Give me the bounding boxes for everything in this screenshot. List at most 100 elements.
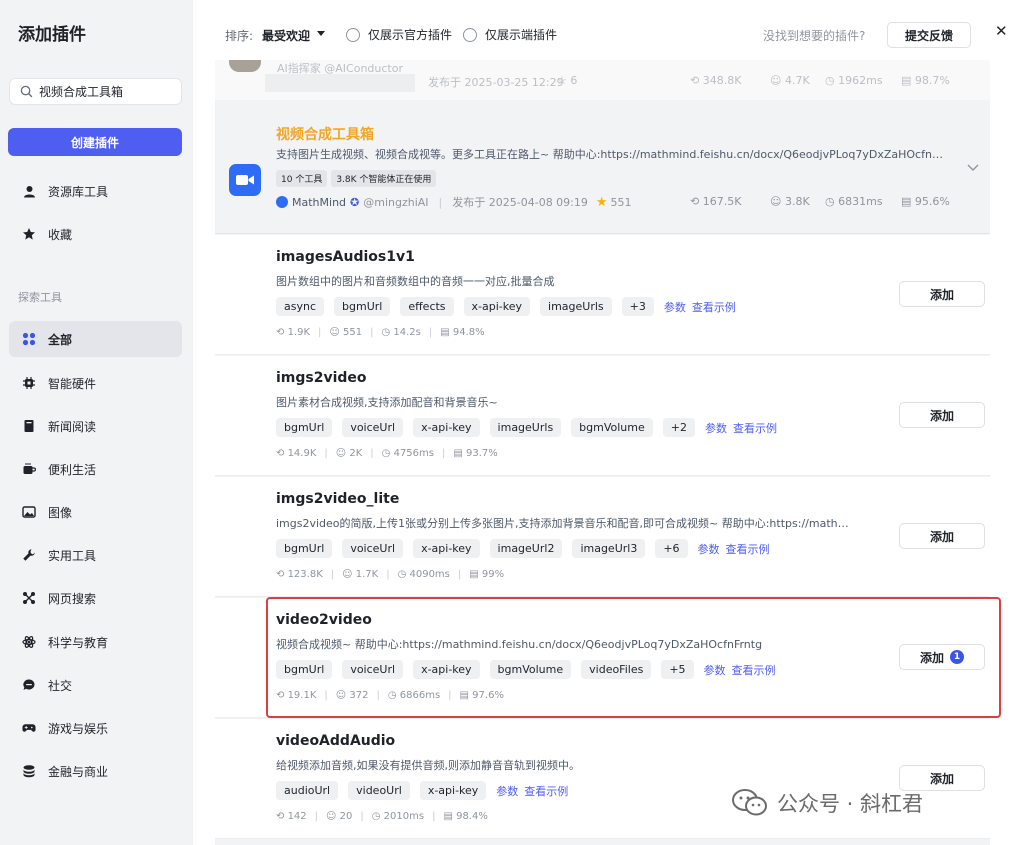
params-link[interactable]: 参数 bbox=[496, 783, 518, 799]
add-tool-button[interactable]: 添加 bbox=[899, 402, 985, 428]
sidebar-item-games[interactable]: 游戏与娱乐 bbox=[9, 710, 182, 746]
param-tag: x-api-key bbox=[413, 660, 480, 679]
sidebar-item-web-search[interactable]: 网页搜索 bbox=[9, 580, 182, 616]
stat-separator: | bbox=[330, 569, 335, 580]
tool-description: 图片素材合成视频,支持添加配音和背景音乐~ bbox=[276, 396, 498, 409]
examples-link[interactable]: 查看示例 bbox=[692, 299, 736, 315]
add-label: 添加 bbox=[929, 408, 954, 423]
sidebar-item-label: 社交 bbox=[48, 678, 73, 693]
tool-row-highlighted: video2video 视频合成视频~ 帮助中心:https://mathmin… bbox=[215, 598, 990, 718]
tool-name: imgs2video bbox=[276, 370, 367, 386]
stat-value: 167.5K bbox=[702, 195, 742, 208]
stat-value: 97.6% bbox=[472, 690, 504, 701]
tool-name: video2video bbox=[276, 612, 372, 628]
stat-value: 99% bbox=[481, 569, 505, 580]
examples-link[interactable]: 查看示例 bbox=[733, 420, 777, 436]
wechat-icon bbox=[732, 789, 767, 816]
chevron-down-icon[interactable] bbox=[967, 164, 979, 172]
stat-success: ▤ 98.7% bbox=[901, 74, 950, 87]
stat-value: 142 bbox=[287, 811, 307, 822]
sidebar-section-label: 探索工具 bbox=[18, 291, 62, 304]
stat-value: 4090ms bbox=[409, 569, 450, 580]
stat-value: 2K bbox=[349, 448, 363, 459]
radio-label: 仅展示端插件 bbox=[485, 28, 558, 42]
tool-name: videoAddAudio bbox=[276, 733, 396, 749]
sidebar-item-hardware[interactable]: 智能硬件 bbox=[9, 365, 182, 401]
usage-count-badge: 3.8K 个智能体正在使用 bbox=[331, 170, 437, 187]
sidebar-item-favorites[interactable]: 收藏 bbox=[9, 216, 182, 252]
examples-link[interactable]: 查看示例 bbox=[524, 783, 568, 799]
add-tool-button[interactable]: 添加 bbox=[899, 523, 985, 549]
tool-params: bgmUrl voiceUrl x-api-key imageUrl2 imag… bbox=[276, 539, 770, 558]
author-name[interactable]: MathMind bbox=[292, 196, 346, 209]
stat-separator: | bbox=[360, 811, 364, 822]
sidebar-item-finance[interactable]: 金融与商业 bbox=[9, 753, 182, 789]
more-params-tag[interactable]: +2 bbox=[662, 418, 695, 437]
star-icon[interactable]: ★ bbox=[596, 195, 608, 210]
gamepad-icon bbox=[22, 721, 36, 735]
tool-name: imagesAudios1v1 bbox=[276, 249, 415, 265]
blurred-block bbox=[265, 74, 415, 92]
cup-icon bbox=[22, 462, 36, 476]
plugin-search-input[interactable] bbox=[39, 84, 179, 99]
sidebar-item-all[interactable]: 全部 bbox=[9, 321, 182, 357]
more-params-tag[interactable]: +5 bbox=[661, 660, 694, 679]
plugin-card[interactable]: 视频合成工具箱 支持图片生成视频、视频合成视等。更多工具正在路上~ 帮助中心:h… bbox=[215, 108, 990, 234]
caret-down-icon[interactable] bbox=[317, 31, 325, 37]
stat-calls: ⟲ 14.9K bbox=[276, 448, 317, 459]
stat-separator: | bbox=[432, 811, 436, 822]
sidebar-item-social[interactable]: 社交 bbox=[9, 667, 182, 703]
params-link[interactable]: 参数 bbox=[664, 299, 686, 315]
official-only-radio[interactable]: 仅展示官方插件 bbox=[346, 26, 452, 43]
stat-value: 1.9K bbox=[287, 327, 311, 338]
param-tag: imageUrl2 bbox=[489, 539, 563, 558]
add-tool-button[interactable]: 添加 bbox=[899, 281, 985, 307]
stat-value: 551 bbox=[343, 327, 363, 338]
close-icon[interactable]: ✕ bbox=[995, 22, 1008, 40]
more-params-tag[interactable]: +6 bbox=[655, 539, 688, 558]
plugin-search-box[interactable] bbox=[9, 78, 182, 105]
verified-icon: ✪ bbox=[350, 195, 360, 209]
tool-stats: ⟲ 142 | ☺ 20 | ◷ 2010ms | ▤ 98.4% bbox=[276, 811, 488, 822]
sidebar-item-news[interactable]: 新闻阅读 bbox=[9, 408, 182, 444]
stat-users: ☺ 372 bbox=[335, 690, 369, 701]
sidebar-item-image[interactable]: 图像 bbox=[9, 494, 182, 530]
sidebar-item-label: 新闻阅读 bbox=[48, 419, 97, 434]
stat-separator: | bbox=[314, 811, 319, 822]
sidebar-item-label: 智能硬件 bbox=[48, 376, 97, 391]
add-tool-button[interactable]: 添加 1 bbox=[899, 644, 985, 670]
stat-calls: ⟲ 167.5K bbox=[690, 195, 741, 208]
param-tag: bgmUrl bbox=[276, 539, 333, 558]
edge-only-radio[interactable]: 仅展示端插件 bbox=[463, 26, 557, 43]
radio-circle[interactable] bbox=[346, 27, 360, 42]
stat-value: 94.8% bbox=[452, 327, 485, 338]
coins-icon bbox=[22, 764, 36, 778]
more-params-tag[interactable]: +3 bbox=[621, 297, 654, 316]
radio-circle[interactable] bbox=[463, 27, 477, 42]
examples-link[interactable]: 查看示例 bbox=[726, 541, 770, 557]
params-link[interactable]: 参数 bbox=[705, 420, 727, 436]
params-link[interactable]: 参数 bbox=[698, 541, 720, 557]
param-tag: voiceUrl bbox=[342, 418, 404, 437]
examples-link[interactable]: 查看示例 bbox=[732, 662, 776, 678]
sidebar-item-library[interactable]: 资源库工具 bbox=[9, 173, 182, 209]
sidebar-item-life[interactable]: 便利生活 bbox=[9, 451, 182, 487]
stat-latency: ◷ 1962ms bbox=[825, 74, 883, 87]
star-count-value: 6 bbox=[570, 74, 578, 87]
tool-row: imagesAudios1v1 图片数组中的图片和音频数组中的音频一一对应,批量… bbox=[215, 235, 990, 355]
star-icon bbox=[22, 227, 36, 241]
stat-users: ☺ 1.7K bbox=[342, 569, 379, 580]
sidebar-item-utilities[interactable]: 实用工具 bbox=[9, 537, 182, 573]
sidebar-item-science[interactable]: 科学与教育 bbox=[9, 624, 182, 660]
sort-dropdown[interactable]: 最受欢迎 bbox=[262, 27, 310, 44]
create-plugin-button[interactable]: 创建插件 bbox=[8, 128, 182, 156]
stat-users: ☺ 2K bbox=[335, 448, 363, 459]
params-link[interactable]: 参数 bbox=[704, 662, 726, 678]
search-icon bbox=[20, 85, 33, 98]
stat-value: 6831ms bbox=[838, 195, 883, 208]
stat-value: 1.7K bbox=[355, 569, 379, 580]
video-camera-icon bbox=[229, 164, 261, 196]
stat-value: 1962ms bbox=[838, 74, 883, 87]
tool-params: audioUrl videoUrl x-api-key 参数 查看示例 bbox=[276, 781, 568, 800]
feedback-button[interactable]: 提交反馈 bbox=[887, 22, 971, 48]
